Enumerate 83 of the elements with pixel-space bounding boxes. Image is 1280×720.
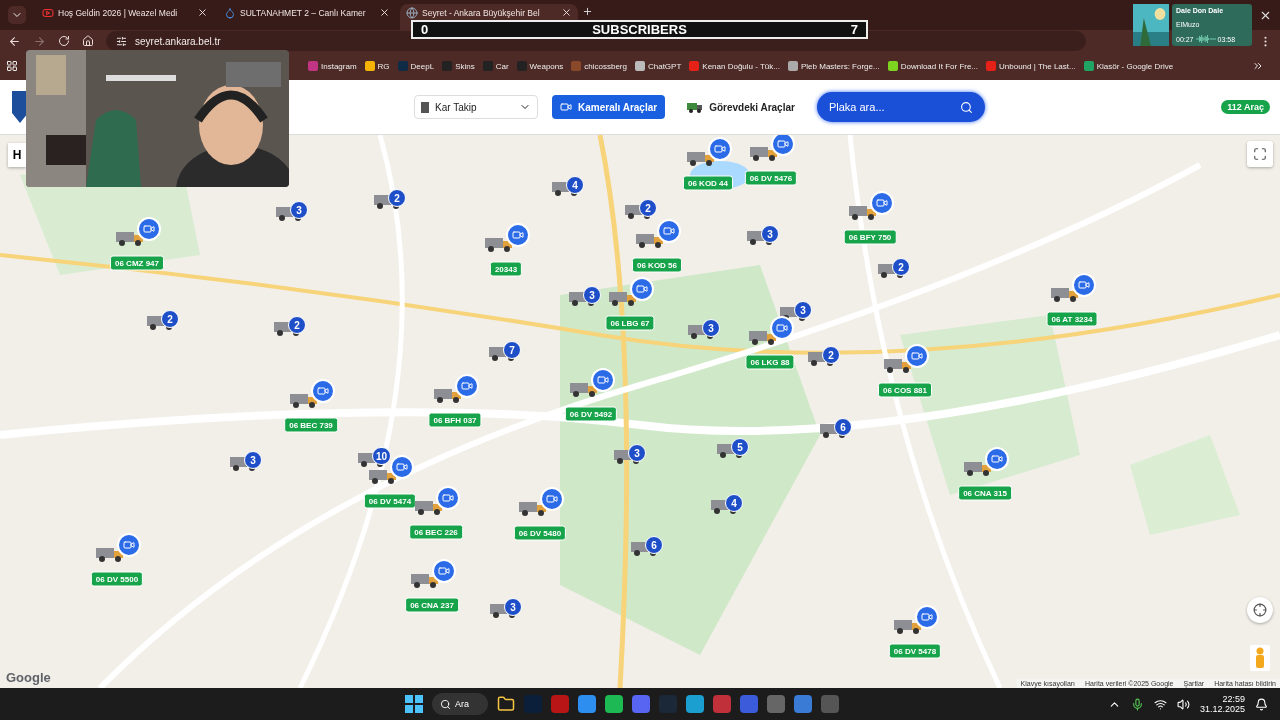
app-icon[interactable]: [578, 695, 596, 713]
bookmark[interactable]: Weapons: [516, 61, 564, 71]
tab-list-button[interactable]: [8, 6, 26, 24]
notification-icon[interactable]: [1255, 697, 1268, 711]
close-icon[interactable]: [561, 7, 572, 18]
truck-icon: [749, 144, 779, 162]
close-icon[interactable]: [197, 7, 208, 18]
bookmark[interactable]: Klasör - Google Drive: [1083, 61, 1174, 71]
truck-icon: [368, 467, 398, 485]
search-icon: [440, 698, 451, 710]
speaker-icon[interactable]: [1176, 697, 1190, 711]
search-field[interactable]: Plaka ara...: [816, 92, 985, 122]
waveform-drawing: [1195, 35, 1216, 43]
bookmark[interactable]: DeepL: [397, 61, 435, 71]
truck-icon: [893, 617, 923, 635]
close-icon[interactable]: [1259, 9, 1272, 22]
fullscreen-icon: [1253, 147, 1267, 161]
truck-icon: [115, 229, 145, 247]
forward-icon[interactable]: [33, 34, 46, 48]
truck-icon: [414, 498, 444, 516]
truck-icon: [848, 203, 878, 221]
fullscreen-button[interactable]: [1247, 141, 1273, 167]
vehicle-count-badge: 112 Araç: [1221, 100, 1270, 114]
filter-button[interactable]: Görevdeki Araçlar: [679, 95, 803, 119]
app-icon[interactable]: [686, 695, 704, 713]
close-icon[interactable]: [379, 7, 390, 18]
truck-icon: [748, 328, 778, 346]
search-icon[interactable]: [959, 100, 973, 114]
app-icon[interactable]: [632, 695, 650, 713]
microphone-icon[interactable]: [1130, 697, 1144, 711]
truck-icon: [608, 289, 638, 307]
truck-icon: [289, 391, 319, 409]
browser-tab[interactable]: SULTANAHMET 2 – Canlı Kamer: [218, 4, 396, 30]
bookmark[interactable]: Download It For Fre...: [887, 61, 979, 71]
folder-icon[interactable]: [497, 695, 515, 713]
bookmark[interactable]: chicossberg: [571, 61, 627, 71]
filter-button[interactable]: Kameralı Araçlar: [552, 95, 666, 119]
reload-icon[interactable]: [58, 35, 70, 47]
browser-tab[interactable]: Hoş Geldin 2026 | Weazel Medi: [36, 4, 214, 30]
truck-icon: [686, 149, 716, 167]
app-icon[interactable]: [605, 695, 623, 713]
truck-icon: [569, 380, 599, 398]
bookmark[interactable]: Kenan Doğulu - Tük...: [689, 61, 780, 71]
bookmark[interactable]: Instagram: [308, 61, 357, 71]
truck-icon: [433, 386, 463, 404]
apps-icon[interactable]: [6, 60, 18, 72]
bookmark[interactable]: Pleb Masters: Forge...: [788, 61, 880, 71]
truck-icon: [518, 499, 548, 517]
clock[interactable]: 22:59 31.12.2025: [1199, 694, 1245, 714]
new-tab-icon[interactable]: [582, 6, 593, 17]
site-icon: [406, 7, 418, 19]
app-icon[interactable]: [794, 695, 812, 713]
truck-icon: [687, 101, 704, 113]
app-icon[interactable]: [740, 695, 758, 713]
url-text: seyret.ankara.bel.tr: [135, 35, 221, 47]
more-bookmarks-icon[interactable]: [1252, 60, 1264, 72]
region-select[interactable]: Kar Takip: [414, 95, 538, 119]
bookmark[interactable]: Skins: [442, 61, 475, 71]
droplet-icon: [224, 7, 236, 19]
crosshair-icon: [1253, 603, 1267, 617]
video-site-icon: [42, 7, 54, 19]
windows-logo-icon[interactable]: [405, 695, 423, 713]
app-icon[interactable]: [713, 695, 731, 713]
bookmark[interactable]: ChatGPT: [634, 61, 682, 71]
building-icon: [421, 101, 429, 113]
truck-icon: [95, 545, 125, 563]
truck-icon: [484, 235, 514, 253]
back-icon[interactable]: [8, 34, 21, 48]
home-icon[interactable]: [82, 35, 94, 47]
truck-icon: [635, 231, 665, 249]
truck-icon: [883, 356, 913, 374]
panel-tab[interactable]: H: [8, 143, 26, 167]
network-icon[interactable]: [1153, 697, 1167, 711]
bookmark[interactable]: Unbound | The Last...: [986, 61, 1076, 71]
site-settings-icon[interactable]: [116, 35, 127, 47]
truck-icon: [410, 571, 440, 589]
bookmark[interactable]: RG: [364, 61, 390, 71]
bookmark[interactable]: Car: [482, 61, 509, 71]
taskbar-search[interactable]: Ara: [432, 693, 488, 715]
truck-icon: [1050, 285, 1080, 303]
video-camera-icon: [560, 101, 572, 113]
truck-icon: [963, 459, 993, 477]
google-logo: Google: [6, 670, 51, 685]
